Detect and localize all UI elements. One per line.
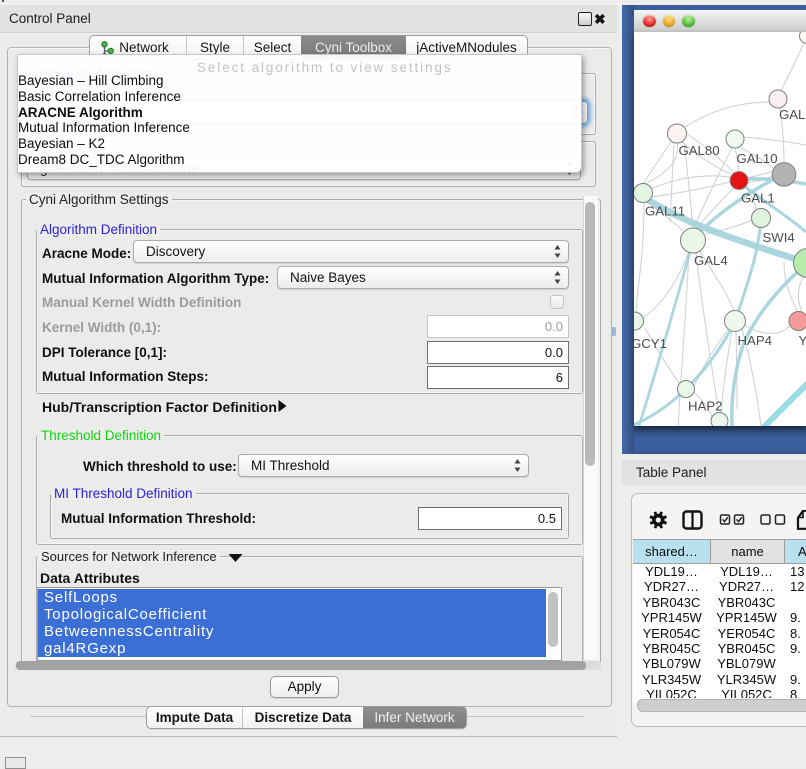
svg-text:SWI4: SWI4: [763, 230, 795, 245]
svg-text:YM: YM: [799, 333, 806, 348]
svg-text:GAL11: GAL11: [645, 204, 685, 219]
svg-text:GAL10: GAL10: [737, 151, 778, 166]
svg-text:GAL80: GAL80: [679, 143, 720, 158]
svg-text:GAL4: GAL4: [694, 253, 728, 268]
svg-text:HAP2: HAP2: [688, 399, 722, 414]
svg-text:HAP4: HAP4: [738, 333, 772, 348]
svg-text:GAL1: GAL1: [741, 191, 775, 206]
svg-text:GAL2: GAL2: [779, 107, 806, 122]
svg-text:GCY1: GCY1: [634, 336, 667, 351]
